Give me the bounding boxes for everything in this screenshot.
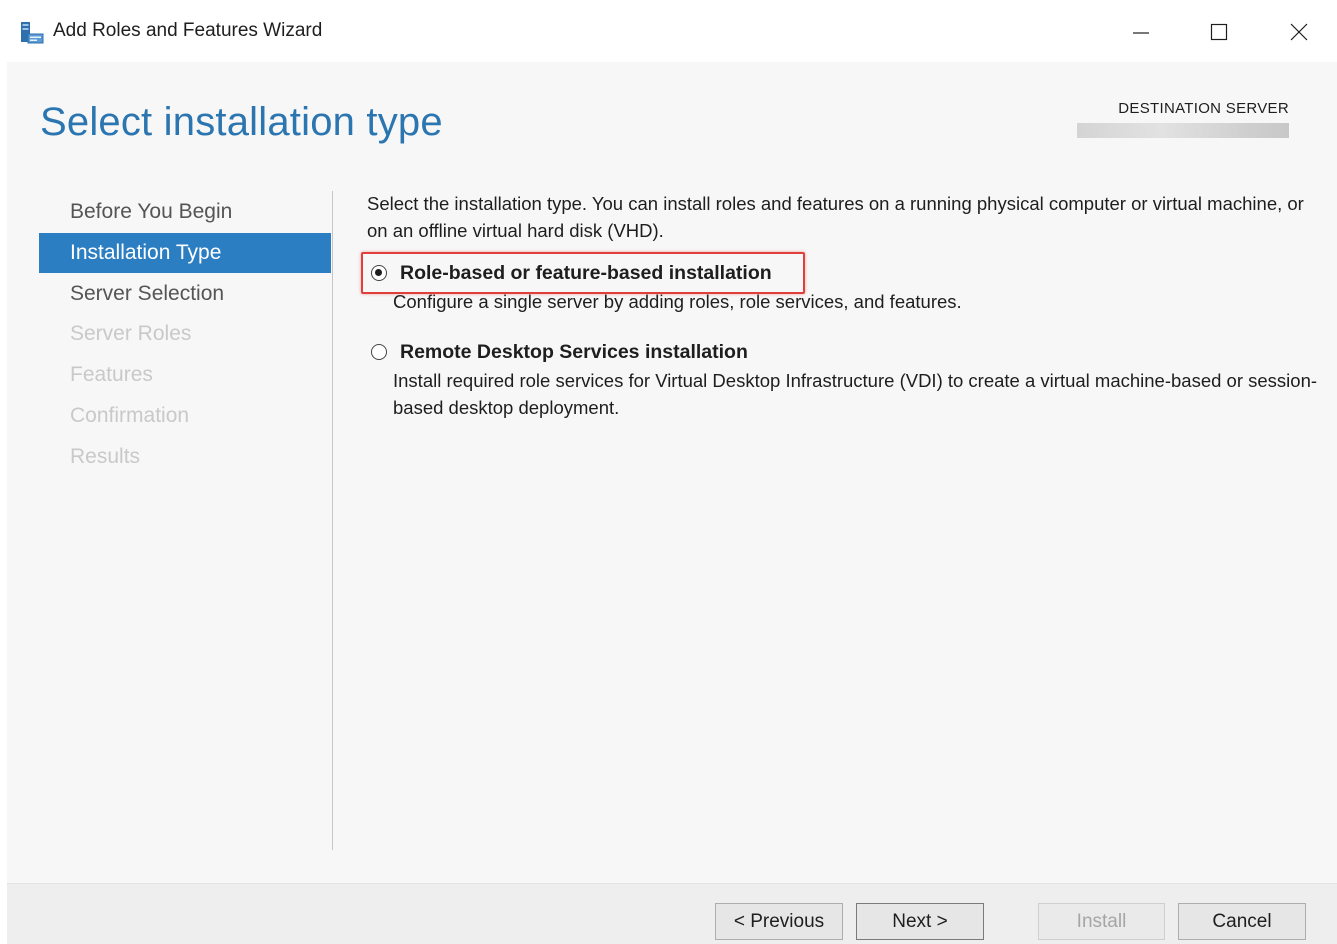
option-role-based[interactable]: Role-based or feature-based installation… bbox=[361, 252, 1317, 315]
intro-text: Select the installation type. You can in… bbox=[367, 193, 1304, 241]
minimize-button[interactable] bbox=[1120, 14, 1162, 50]
cancel-button[interactable]: Cancel bbox=[1178, 903, 1306, 940]
content-pane: Select the installation type. You can in… bbox=[361, 190, 1317, 421]
window-title: Add Roles and Features Wizard bbox=[53, 20, 323, 41]
nav-item-features: Features bbox=[70, 363, 153, 387]
remote-desktop-label[interactable]: Remote Desktop Services installation bbox=[400, 341, 748, 364]
nav-item-server-selection[interactable]: Server Selection bbox=[39, 274, 331, 314]
remote-desktop-description: Install required role services for Virtu… bbox=[393, 370, 1318, 418]
install-button: Install bbox=[1038, 903, 1165, 940]
option-remote-desktop[interactable]: Remote Desktop Services installation Ins… bbox=[367, 337, 1317, 421]
page-title: Select installation type bbox=[40, 100, 443, 144]
close-button[interactable] bbox=[1278, 14, 1320, 50]
nav-item-server-roles: Server Roles bbox=[70, 322, 192, 346]
role-based-description: Configure a single server by adding role… bbox=[393, 291, 962, 312]
maximize-icon bbox=[1210, 23, 1228, 41]
nav-divider bbox=[332, 191, 333, 850]
next-button[interactable]: Next > bbox=[856, 903, 984, 940]
wizard-steps-nav: Before You Begin Installation Type Serve… bbox=[39, 192, 331, 478]
nav-item-before-you-begin[interactable]: Before You Begin bbox=[39, 192, 331, 232]
previous-button[interactable]: < Previous bbox=[715, 903, 843, 940]
wizard-body: Select installation type DESTINATION SER… bbox=[7, 62, 1337, 883]
remote-desktop-radio[interactable] bbox=[371, 344, 387, 360]
role-based-label[interactable]: Role-based or feature-based installation bbox=[400, 262, 772, 285]
server-manager-icon bbox=[21, 22, 44, 44]
close-icon bbox=[1290, 23, 1308, 41]
title-bar: Add Roles and Features Wizard bbox=[0, 0, 1337, 62]
button-bar: < Previous Next > Install Cancel bbox=[7, 883, 1337, 944]
nav-item-installation-type[interactable]: Installation Type bbox=[39, 232, 331, 273]
destination-server-label: DESTINATION SERVER bbox=[1118, 100, 1289, 117]
nav-item-results: Results bbox=[70, 444, 141, 468]
maximize-button[interactable] bbox=[1198, 14, 1240, 50]
minimize-icon bbox=[1133, 32, 1149, 34]
destination-server-name-redacted bbox=[1077, 123, 1289, 138]
role-based-radio[interactable] bbox=[371, 265, 387, 281]
nav-item-confirmation: Confirmation bbox=[70, 403, 190, 427]
